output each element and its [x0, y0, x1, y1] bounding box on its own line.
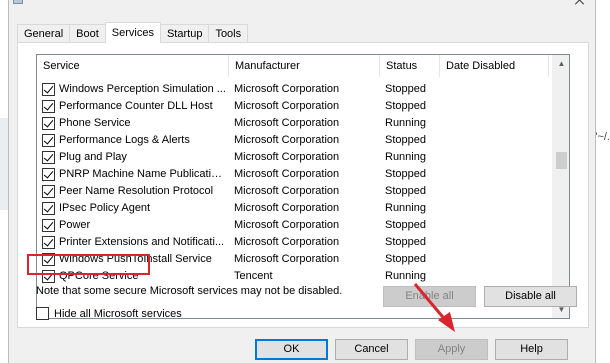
tab-general[interactable]: General — [17, 24, 71, 43]
manufacturer-cell: Microsoft Corporation — [234, 168, 340, 180]
disable-all-button[interactable]: Disable all — [484, 286, 577, 307]
service-cell: Windows Perception Simulation ... — [37, 81, 229, 98]
apply-button[interactable]: Apply — [415, 339, 488, 360]
service-name: Windows Perception Simulation ... — [59, 83, 226, 95]
tab-strip: General Boot Services Startup Tools — [17, 22, 249, 43]
ok-button[interactable]: OK — [255, 339, 328, 360]
service-name: Plug and Play — [59, 151, 127, 163]
service-name: Performance Logs & Alerts — [59, 134, 190, 146]
status-cell: Running — [385, 117, 426, 129]
service-cell: Performance Counter DLL Host — [37, 98, 229, 115]
service-cell: IPsec Policy Agent — [37, 200, 229, 217]
table-row[interactable]: Printer Extensions and Notificati... Micr… — [37, 234, 549, 251]
status-cell: Stopped — [385, 134, 426, 146]
table-row[interactable]: Peer Name Resolution Protocol Microsoft C… — [37, 183, 549, 200]
status-cell: Stopped — [385, 219, 426, 231]
manufacturer-cell: Microsoft Corporation — [234, 236, 340, 248]
enable-all-button[interactable]: Enable all — [383, 286, 476, 307]
table-row[interactable]: Plug and Play Microsoft Corporation Runnin… — [37, 149, 549, 166]
status-cell: Running — [385, 151, 426, 163]
status-cell: Stopped — [385, 236, 426, 248]
tab-services[interactable]: Services — [104, 22, 161, 43]
scroll-up-icon[interactable]: ▲ — [553, 55, 569, 72]
manufacturer-cell: Microsoft Corporation — [234, 100, 340, 112]
table-row[interactable]: Phone Service Microsoft Corporation Runnin… — [37, 115, 549, 132]
checkbox-box[interactable] — [36, 307, 49, 320]
service-checkbox[interactable] — [42, 134, 55, 147]
service-checkbox[interactable] — [42, 151, 55, 164]
service-name: Peer Name Resolution Protocol — [59, 185, 214, 197]
status-cell: Stopped — [385, 253, 426, 265]
service-checkbox[interactable] — [42, 219, 55, 232]
manufacturer-cell: Microsoft Corporation — [234, 134, 340, 146]
status-cell: Stopped — [385, 83, 426, 95]
manufacturer-cell: Microsoft Corporation — [234, 185, 340, 197]
service-cell: PNRP Machine Name Publication ... — [37, 166, 229, 183]
close-icon[interactable] — [573, 0, 587, 8]
manufacturer-cell: Tencent — [234, 270, 273, 282]
service-cell: Phone Service — [37, 115, 229, 132]
status-cell: Stopped — [385, 100, 426, 112]
table-row[interactable]: IPsec Policy Agent Microsoft Corporation R… — [37, 200, 549, 217]
column-service[interactable]: Service — [37, 55, 229, 77]
manufacturer-cell: Microsoft Corporation — [234, 117, 340, 129]
service-name: IPsec Policy Agent — [59, 202, 151, 214]
manufacturer-cell: Microsoft Corporation — [234, 219, 340, 231]
table-row[interactable]: PNRP Machine Name Publication ... Microso… — [37, 166, 549, 183]
service-checkbox[interactable] — [42, 168, 55, 181]
table-row[interactable]: Power Microsoft Corporation Stopped — [37, 217, 549, 234]
status-cell: Stopped — [385, 185, 426, 197]
help-button[interactable]: Help — [495, 339, 568, 360]
status-cell: Stopped — [385, 168, 426, 180]
status-cell: Running — [385, 202, 426, 214]
service-name: Printer Extensions and Notificati... — [59, 236, 225, 248]
system-configuration-dialog: General Boot Services Startup Tools Serv… — [8, 0, 596, 363]
tab-tools[interactable]: Tools — [208, 24, 249, 43]
hide-microsoft-services-label: Hide all Microsoft services — [54, 307, 182, 320]
column-status[interactable]: Status — [380, 55, 440, 77]
tab-startup[interactable]: Startup — [159, 24, 210, 43]
service-cell: Peer Name Resolution Protocol — [37, 183, 229, 200]
list-header: Service Manufacturer Status Date Disable… — [37, 55, 549, 77]
service-checkbox[interactable] — [42, 117, 55, 130]
service-checkbox[interactable] — [42, 236, 55, 249]
services-list[interactable]: Service Manufacturer Status Date Disable… — [36, 54, 570, 319]
service-name: Performance Counter DLL Host — [59, 100, 213, 112]
service-checkbox[interactable] — [42, 100, 55, 113]
scroll-thumb[interactable] — [556, 152, 567, 169]
tab-boot[interactable]: Boot — [69, 24, 106, 43]
manufacturer-cell: Microsoft Corporation — [234, 253, 340, 265]
table-row[interactable]: Performance Counter DLL Host Microsoft Co… — [37, 98, 549, 115]
service-cell: Performance Logs & Alerts — [37, 132, 229, 149]
column-manufacturer[interactable]: Manufacturer — [229, 55, 380, 77]
service-name: PNRP Machine Name Publication ... — [59, 168, 227, 180]
secure-services-note: Note that some secure Microsoft services… — [36, 285, 343, 297]
column-date-disabled[interactable]: Date Disabled — [440, 55, 549, 77]
manufacturer-cell: Microsoft Corporation — [234, 202, 340, 214]
service-name: Phone Service — [59, 117, 131, 129]
background-page-right — [596, 0, 610, 363]
service-name: Power — [59, 219, 91, 231]
service-cell: Printer Extensions and Notificati... — [37, 234, 229, 251]
manufacturer-cell: Microsoft Corporation — [234, 151, 340, 163]
table-row[interactable]: Windows Perception Simulation ... Microso… — [37, 81, 549, 98]
cancel-button[interactable]: Cancel — [335, 339, 408, 360]
power-highlight-box — [27, 254, 150, 275]
service-checkbox[interactable] — [42, 202, 55, 215]
vertical-scrollbar[interactable]: ▲ ▼ — [552, 55, 569, 318]
service-checkbox[interactable] — [42, 83, 55, 96]
hide-microsoft-services-checkbox[interactable]: Hide all Microsoft services — [36, 307, 182, 320]
manufacturer-cell: Microsoft Corporation — [234, 83, 340, 95]
app-icon — [13, 0, 23, 4]
table-row[interactable]: Performance Logs & Alerts Microsoft Corpo… — [37, 132, 549, 149]
service-cell: Power — [37, 217, 229, 234]
service-checkbox[interactable] — [42, 185, 55, 198]
services-panel: Service Manufacturer Status Date Disable… — [17, 42, 589, 328]
service-cell: Plug and Play — [37, 149, 229, 166]
status-cell: Running — [385, 270, 426, 282]
